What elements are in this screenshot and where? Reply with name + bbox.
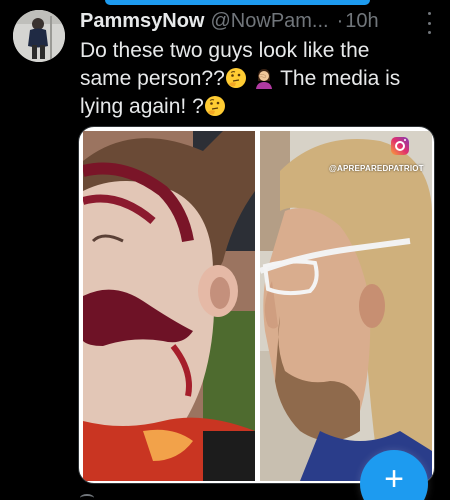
tweet-text-line-3: lying again! ?: [80, 95, 204, 118]
tweet-screen: PammsyNow @NowPam... · 10h Do these two …: [0, 0, 450, 500]
user-handle[interactable]: @NowPam...: [211, 10, 329, 33]
media-watermark: @APREPAREDPATRIOT: [329, 164, 424, 173]
tweet-header: PammsyNow @NowPam... · 10h: [80, 8, 440, 34]
media-photo-right[interactable]: [260, 131, 432, 481]
face-with-face-paint-photo: [83, 131, 255, 481]
tweet-text-line-2b: The media is: [280, 67, 401, 90]
plus-icon: +: [384, 460, 404, 498]
tweet-text-line-2a: same person??: [80, 67, 225, 90]
display-name[interactable]: PammsyNow: [80, 10, 205, 33]
instagram-icon: [391, 137, 409, 155]
more-options-icon[interactable]: [424, 12, 434, 34]
woman-facepalming-icon: [255, 69, 272, 89]
avatar-photo: [13, 10, 65, 62]
tweet-text: Do these two guys look like the same per…: [80, 37, 425, 121]
thinking-face-icon: [204, 96, 225, 116]
thinking-face-icon: [225, 68, 246, 88]
new-posts-banner-edge[interactable]: [105, 0, 370, 5]
separator-dot: ·: [336, 9, 344, 32]
tweet-text-line-1: Do these two guys look like the: [80, 39, 370, 62]
reply-icon[interactable]: [80, 494, 94, 500]
tweet-media[interactable]: @APREPAREDPATRIOT: [78, 126, 435, 484]
profile-with-glasses-photo: [260, 131, 432, 481]
avatar[interactable]: [13, 10, 65, 62]
media-photo-left[interactable]: [83, 131, 255, 481]
timestamp[interactable]: 10h: [345, 10, 378, 33]
